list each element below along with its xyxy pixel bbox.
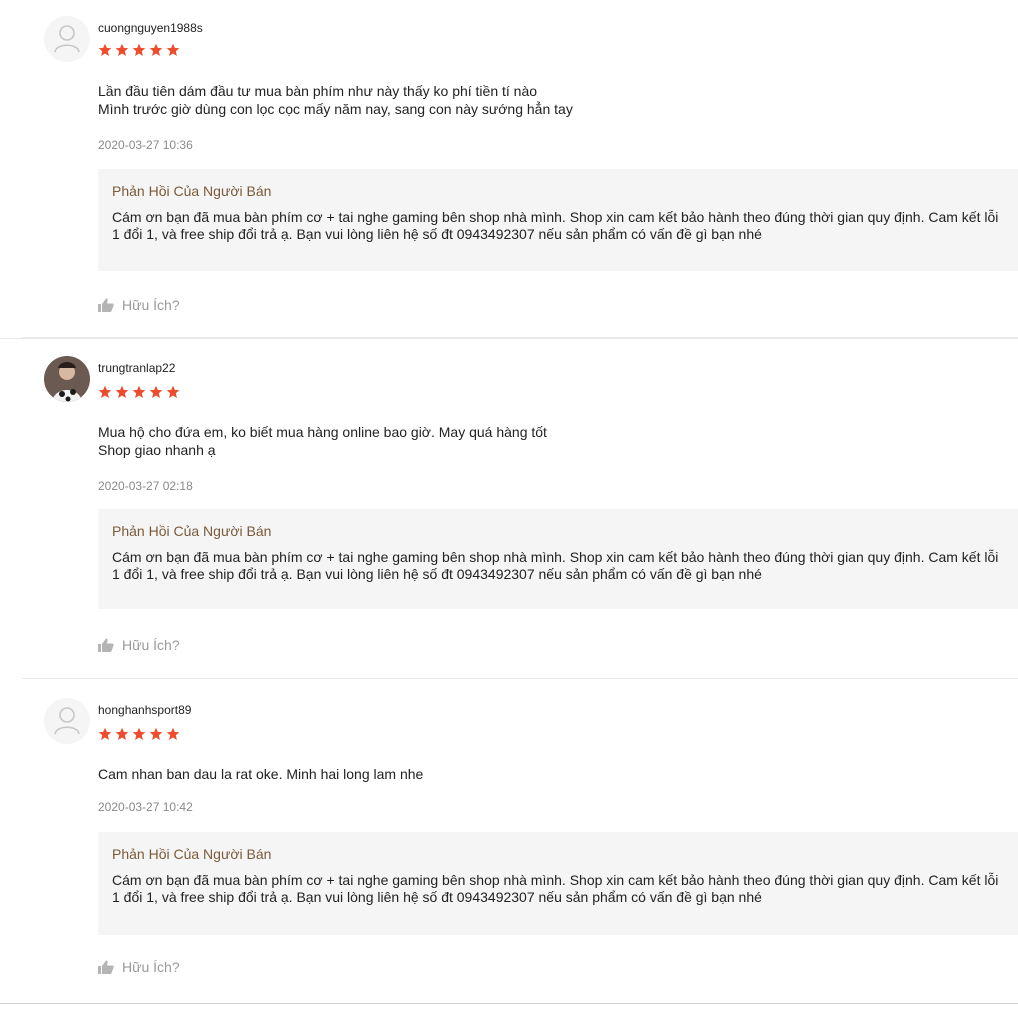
review-divider <box>22 337 1018 338</box>
thumbs-up-icon <box>98 298 114 312</box>
rating-stars <box>98 727 180 741</box>
seller-reply: Phản Hồi Của Người Bán Cám ơn bạn đã mua… <box>98 509 1018 609</box>
user-photo <box>44 356 90 402</box>
default-user-icon <box>54 25 80 53</box>
star-icon <box>115 385 129 398</box>
avatar[interactable] <box>44 698 90 744</box>
star-icon <box>98 385 112 398</box>
star-icon <box>166 385 180 398</box>
review-timestamp: 2020-03-27 02:18 <box>98 479 193 493</box>
review-timestamp: 2020-03-27 10:42 <box>98 800 193 814</box>
star-icon <box>132 385 146 398</box>
seller-reply-title: Phản Hồi Của Người Bán <box>112 183 272 199</box>
default-user-icon <box>54 707 80 735</box>
review-item: cuongnguyen1988s Lần đầu tiên dám đầu tư… <box>0 0 1018 339</box>
seller-reply-text: Cám ơn bạn đã mua bàn phím cơ + tai nghe… <box>112 872 999 905</box>
review-comment-line: Cam nhan ban dau la rat oke. Minh hai lo… <box>98 766 424 782</box>
reviewer-username[interactable]: trungtranlap22 <box>98 361 175 375</box>
reviewer-username[interactable]: cuongnguyen1988s <box>98 21 203 35</box>
helpful-label: Hữu Ích? <box>122 959 180 975</box>
seller-reply: Phản Hồi Của Người Bán Cám ơn bạn đã mua… <box>98 169 1018 271</box>
star-icon <box>166 727 180 740</box>
rating-stars <box>98 385 180 399</box>
review-item: honghanhsport89 Cam nhan ban dau la rat … <box>0 682 1018 1002</box>
review-divider <box>22 678 1018 679</box>
review-comment-line: Mình trước giờ dùng con lọc cọc mấy năm … <box>98 101 573 117</box>
avatar[interactable] <box>44 356 90 402</box>
thumbs-up-icon <box>98 638 114 652</box>
seller-reply-title: Phản Hồi Của Người Bán <box>112 523 272 539</box>
rating-stars <box>98 43 180 57</box>
review-comment-line: Lần đầu tiên dám đầu tư mua bàn phím như… <box>98 83 538 99</box>
avatar[interactable] <box>44 16 90 62</box>
review-timestamp: 2020-03-27 10:36 <box>98 138 193 152</box>
seller-reply: Phản Hồi Của Người Bán Cám ơn bạn đã mua… <box>98 832 1018 935</box>
seller-reply-text: Cám ơn bạn đã mua bàn phím cơ + tai nghe… <box>112 549 999 582</box>
star-icon <box>166 43 180 56</box>
star-icon <box>132 727 146 740</box>
star-icon <box>115 43 129 56</box>
helpful-label: Hữu Ích? <box>122 297 180 313</box>
thumbs-up-icon <box>98 960 114 974</box>
star-icon <box>149 385 163 398</box>
review-comment-line: Mua hộ cho đứa em, ko biết mua hàng onli… <box>98 424 547 440</box>
helpful-button[interactable]: Hữu Ích? <box>98 959 180 975</box>
review-comment: Cam nhan ban dau la rat oke. Minh hai lo… <box>98 765 423 783</box>
star-icon <box>115 727 129 740</box>
review-comment: Lần đầu tiên dám đầu tư mua bàn phím như… <box>98 82 573 118</box>
star-icon <box>149 727 163 740</box>
helpful-button[interactable]: Hữu Ích? <box>98 297 180 313</box>
page-bottom-divider <box>0 1003 1018 1004</box>
star-icon <box>149 43 163 56</box>
seller-reply-title: Phản Hồi Của Người Bán <box>112 846 272 862</box>
helpful-label: Hữu Ích? <box>122 637 180 653</box>
review-comment: Mua hộ cho đứa em, ko biết mua hàng onli… <box>98 423 547 459</box>
seller-reply-text: Cám ơn bạn đã mua bàn phím cơ + tai nghe… <box>112 209 999 242</box>
star-icon <box>98 43 112 56</box>
review-comment-line: Shop giao nhanh ạ <box>98 442 216 458</box>
reviewer-username[interactable]: honghanhsport89 <box>98 703 191 717</box>
helpful-button[interactable]: Hữu Ích? <box>98 637 180 653</box>
star-icon <box>132 43 146 56</box>
star-icon <box>98 727 112 740</box>
review-item: trungtranlap22 Mua hộ cho đứa em, ko biế… <box>0 340 1018 680</box>
